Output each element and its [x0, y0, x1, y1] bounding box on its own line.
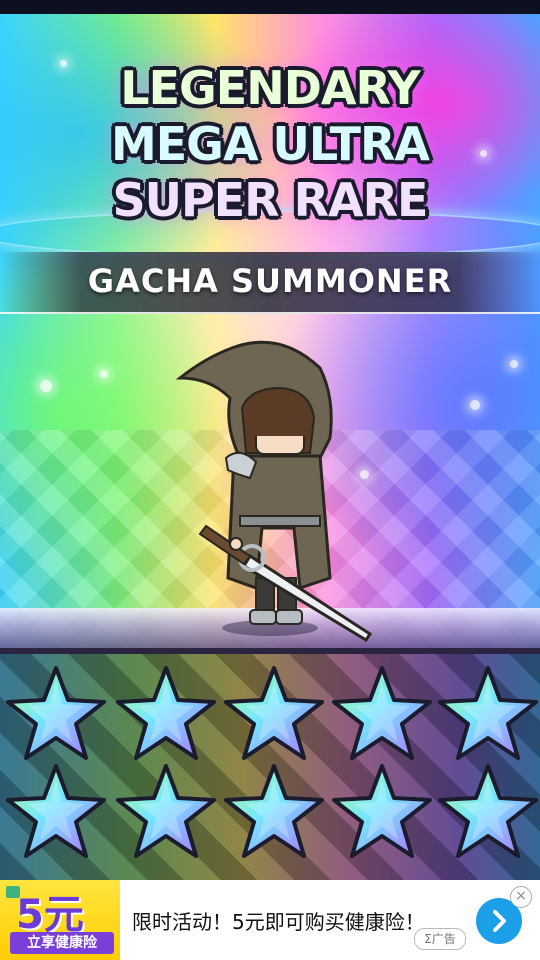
sparkle: [470, 400, 480, 410]
ad-image-subtext: 立享健康险: [10, 932, 114, 954]
rainbow-star-icon: [6, 764, 106, 858]
rainbow-star-icon: [224, 764, 324, 858]
game-screen: LEGENDARY MEGA ULTRA SUPER RARE GACHA SU…: [0, 0, 540, 960]
ad-badge: Σ广告: [414, 928, 466, 950]
sparkle: [100, 370, 108, 378]
rainbow-star-icon: [332, 666, 432, 760]
sparkle: [510, 360, 518, 368]
rainbow-star-icon: [224, 666, 324, 760]
title-line-3: SUPER RARE: [112, 173, 429, 227]
rainbow-star-icon: [116, 764, 216, 858]
chevron-right-icon: [493, 910, 506, 932]
hooded-swordsman-character[interactable]: [170, 338, 380, 648]
title-line-2: MEGA ULTRA: [110, 117, 430, 171]
close-icon[interactable]: ×: [510, 886, 532, 908]
game-subtitle: GACHA SUMMONER: [87, 262, 453, 300]
rainbow-star-icon: [438, 666, 538, 760]
title-line-1: LEGENDARY: [120, 61, 420, 115]
rainbow-star-icon: [332, 764, 432, 858]
ad-banner[interactable]: 5元 立享健康险 限时活动！5元即可购买健康险！ Σ广告 ×: [0, 880, 540, 960]
sparkle: [40, 380, 52, 392]
status-strip: [0, 0, 540, 14]
ad-text[interactable]: 限时活动！5元即可购买健康险！: [132, 906, 425, 935]
game-title: LEGENDARY MEGA ULTRA SUPER RARE: [0, 60, 540, 228]
rainbow-star-icon: [6, 666, 106, 760]
rainbow-star-icon: [438, 764, 538, 858]
rainbow-star-icon: [116, 666, 216, 760]
ad-image[interactable]: 5元 立享健康险: [0, 880, 120, 960]
